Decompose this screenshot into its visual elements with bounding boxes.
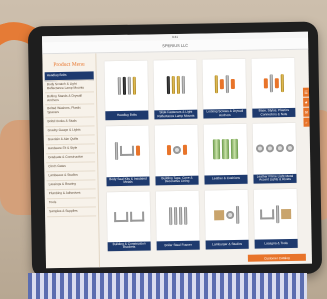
gold-bolts-product-image xyxy=(153,60,197,111)
part-illustration xyxy=(219,79,224,90)
part-illustration xyxy=(178,206,182,225)
part-illustration xyxy=(166,76,170,95)
menu-item[interactable]: Body Scratch & Light Reflectance Lamp Mo… xyxy=(44,80,94,94)
menu-item[interactable]: Bolting Stands & Drywall Anchors xyxy=(44,92,95,106)
side-tab[interactable]: ⌕ xyxy=(303,117,310,127)
part-illustration xyxy=(275,205,280,224)
part-illustration xyxy=(269,74,273,93)
part-illustration xyxy=(275,144,284,153)
product-caption: Headlug Bolts xyxy=(105,110,149,121)
part-illustration xyxy=(171,76,175,95)
part-illustration xyxy=(280,74,284,93)
part-illustration xyxy=(265,144,274,153)
part-illustration xyxy=(182,145,187,156)
bolts-product-image xyxy=(104,60,148,111)
part-illustration xyxy=(235,205,240,224)
part-illustration xyxy=(212,139,221,160)
part-illustration xyxy=(113,211,128,222)
bottom-action-bar[interactable]: Customer Catalog xyxy=(247,253,306,262)
part-illustration xyxy=(274,78,279,89)
part-illustration xyxy=(183,206,187,225)
side-tab[interactable]: ☰ xyxy=(302,87,310,97)
parts-product-image xyxy=(205,189,249,240)
brackets-product-image xyxy=(107,191,151,242)
part-illustration xyxy=(226,210,235,219)
tubes-product-image xyxy=(204,124,248,175)
app-body: Product Menu Headlug Bolts Body Scratch &… xyxy=(42,50,312,269)
part-illustration xyxy=(260,209,275,220)
part-illustration xyxy=(135,146,141,157)
product-tile[interactable]: Locking Screws & Drywall Anchors xyxy=(202,58,247,119)
product-tile[interactable]: Building & Construction Brackets xyxy=(106,191,151,252)
part-illustration xyxy=(119,146,135,157)
status-time: 9:41 xyxy=(172,34,178,40)
product-caption: Leather & Cushions xyxy=(204,174,248,185)
product-caption: Body Seal Kits & Insulated Metals xyxy=(106,176,150,186)
product-tile[interactable]: Slide Fasteners & Light Reflectance Lamp… xyxy=(153,59,198,120)
part-illustration xyxy=(285,144,294,153)
part-illustration xyxy=(255,144,264,154)
part-illustration xyxy=(132,76,136,95)
striped-shirt xyxy=(28,273,307,299)
product-tile[interactable]: Lasagna & Tools xyxy=(253,188,298,249)
product-grid: Headlug Bolts Slide Fasteners & Light Ref… xyxy=(96,50,312,268)
tape-product-image xyxy=(155,125,199,176)
part-illustration xyxy=(127,76,131,95)
part-illustration xyxy=(129,211,144,222)
part-illustration xyxy=(221,139,230,160)
product-tile[interactable]: Base, Stylus, Plastics Connectors & Nuts xyxy=(251,57,296,118)
product-tile[interactable]: Headlug Bolts xyxy=(104,60,149,121)
product-tile[interactable]: Leather & Cushions xyxy=(203,124,248,185)
part-illustration xyxy=(230,139,239,160)
plastic-parts-product-image xyxy=(251,58,295,109)
side-tab[interactable]: ★ xyxy=(303,97,310,107)
part-illustration xyxy=(173,206,177,225)
part-illustration xyxy=(166,145,171,156)
photo-scene: 9:41 SPERIUS LLC Product Menu Headlug Bo… xyxy=(0,0,327,299)
part-illustration xyxy=(122,77,126,96)
product-tile[interactable]: Lamburger & Studios xyxy=(204,189,249,250)
product-menu-list: Headlug Bolts Body Scratch & Light Reflec… xyxy=(44,71,97,217)
part-illustration xyxy=(176,76,180,95)
product-caption: Base, Stylus, Plastics Connectors & Nuts xyxy=(252,108,296,118)
product-caption: Locking Screws & Drywall Anchors xyxy=(203,109,247,119)
product-caption: Boiler Steel Framer xyxy=(156,240,200,251)
part-illustration xyxy=(181,75,185,95)
product-caption: Leather Prime Light Metal Accent Lights … xyxy=(253,173,297,184)
part-illustration xyxy=(114,142,119,161)
tools-product-image xyxy=(254,189,298,240)
product-caption: Slide Fasteners & Light Reflectance Lamp… xyxy=(154,109,198,120)
part-illustration xyxy=(172,146,181,155)
product-caption: Building Tape, Cove & Decorative Lining xyxy=(155,175,199,186)
product-tile[interactable]: Body Seal Kits & Insulated Metals xyxy=(105,125,150,186)
tablet-device: 9:41 SPERIUS LLC Product Menu Headlug Bo… xyxy=(27,21,323,279)
product-caption: Building & Construction Brackets xyxy=(107,241,151,252)
product-menu-sidebar: Product Menu Headlug Bolts Body Scratch &… xyxy=(42,53,101,269)
menu-item[interactable]: Samples & Supplies xyxy=(46,206,97,217)
part-illustration xyxy=(214,75,218,94)
menu-item[interactable]: Bolted Washers, Plastic Spacers xyxy=(45,104,95,118)
tablet-screen: 9:41 SPERIUS LLC Product Menu Headlug Bo… xyxy=(41,31,313,269)
product-menu-title: Product Menu xyxy=(53,61,85,69)
product-caption: Lasagna & Tools xyxy=(254,238,298,249)
part-illustration xyxy=(225,75,229,94)
side-tab-strip: ☰ ★ ✉ ⌕ xyxy=(302,87,310,128)
part-illustration xyxy=(168,206,172,225)
steel-product-image xyxy=(156,190,200,241)
product-tile[interactable]: Leather Prime Light Metal Accent Lights … xyxy=(252,123,297,184)
part-illustration xyxy=(117,77,121,96)
rivets-product-image xyxy=(253,123,297,174)
anchors-product-image xyxy=(202,59,246,110)
part-illustration xyxy=(281,208,292,219)
product-tile[interactable]: Building Tape, Cove & Decorative Lining xyxy=(154,124,199,186)
part-illustration xyxy=(263,78,268,89)
product-caption: Lamburger & Studios xyxy=(205,239,249,250)
nav-title: SPERIUS LLC xyxy=(162,42,189,49)
part-illustration xyxy=(214,209,225,221)
part-illustration xyxy=(230,79,235,90)
metals-product-image xyxy=(106,126,150,177)
product-tile[interactable]: Boiler Steel Framer xyxy=(155,190,200,251)
side-tab[interactable]: ✉ xyxy=(303,107,310,117)
